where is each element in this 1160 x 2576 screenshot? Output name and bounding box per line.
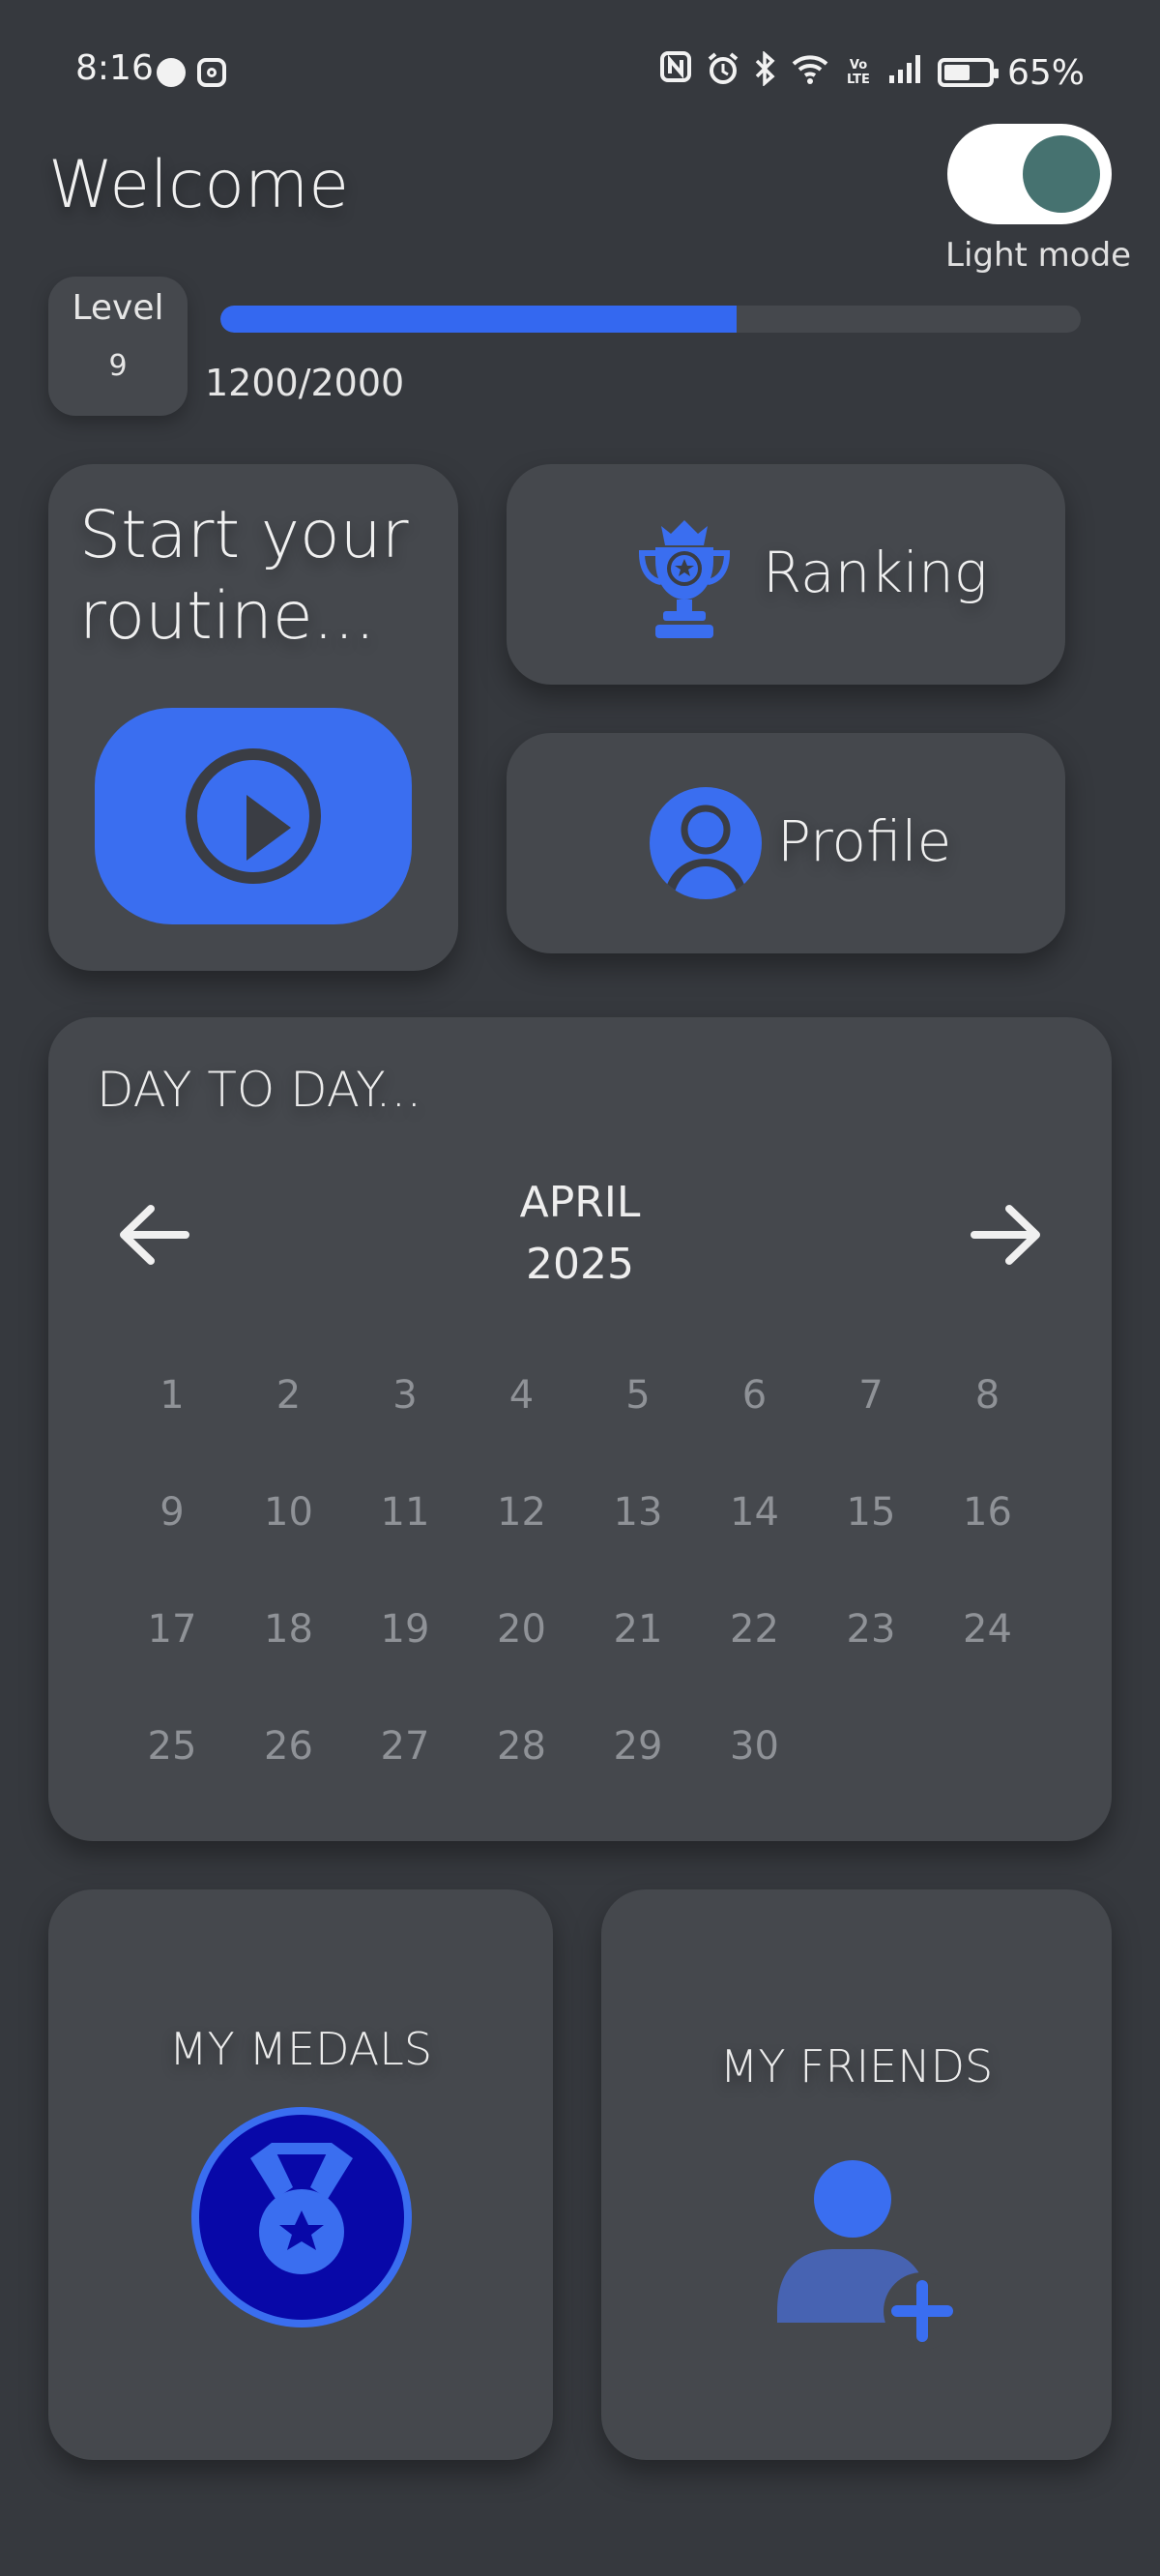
status-time: 8:16 bbox=[75, 48, 154, 88]
calendar-day[interactable]: 17 bbox=[124, 1607, 220, 1652]
start-routine-title: Start your routine... bbox=[79, 495, 409, 658]
volte-icon: Vo LTE bbox=[847, 58, 870, 87]
calendar-day[interactable]: 28 bbox=[474, 1724, 570, 1769]
calendar-day[interactable]: 9 bbox=[124, 1490, 220, 1535]
level-label: Level bbox=[72, 288, 164, 328]
calendar-day[interactable]: 22 bbox=[707, 1607, 803, 1652]
next-month-button[interactable] bbox=[961, 1191, 1048, 1278]
profile-label: Profile bbox=[777, 808, 952, 874]
my-friends-card[interactable]: MY FRIENDS bbox=[601, 1889, 1112, 2460]
arrow-right-icon bbox=[971, 1205, 1040, 1265]
calendar-day[interactable]: 13 bbox=[590, 1490, 686, 1535]
calendar-day[interactable]: 12 bbox=[474, 1490, 570, 1535]
nfc-icon bbox=[659, 48, 692, 97]
instagram-icon bbox=[197, 58, 226, 87]
arrow-left-icon bbox=[120, 1205, 189, 1265]
calendar-card bbox=[48, 1017, 1112, 1841]
toggle-knob bbox=[1023, 135, 1100, 213]
profile-button[interactable]: Profile bbox=[507, 733, 1065, 953]
notification-face-icon bbox=[157, 58, 186, 87]
my-medals-card[interactable]: MY MEDALS bbox=[48, 1889, 553, 2460]
calendar-day[interactable]: 20 bbox=[474, 1607, 570, 1652]
calendar-day[interactable]: 3 bbox=[357, 1373, 453, 1418]
calendar-title: DAY TO DAY... bbox=[97, 1062, 422, 1118]
start-routine-title-line1: Start your bbox=[79, 497, 409, 573]
status-bar: 8:16 Vo LTE 65% bbox=[0, 48, 1160, 97]
page-title: Welcome bbox=[48, 147, 350, 223]
calendar-day[interactable]: 1 bbox=[124, 1373, 220, 1418]
status-right-icons: Vo LTE 65% bbox=[659, 48, 1085, 97]
xp-text: 1200/2000 bbox=[205, 362, 405, 404]
calendar-day[interactable]: 8 bbox=[940, 1373, 1036, 1418]
previous-month-button[interactable] bbox=[112, 1191, 199, 1278]
start-routine-title-line2: routine... bbox=[79, 578, 376, 655]
add-friend-icon bbox=[777, 2158, 961, 2356]
calendar-day[interactable]: 24 bbox=[940, 1607, 1036, 1652]
calendar-day[interactable]: 4 bbox=[474, 1373, 570, 1418]
theme-toggle[interactable] bbox=[947, 124, 1112, 224]
alarm-icon bbox=[706, 51, 740, 95]
calendar-day[interactable]: 27 bbox=[357, 1724, 453, 1769]
battery-percent: 65% bbox=[1006, 52, 1085, 93]
my-friends-title: MY FRIENDS bbox=[719, 2040, 994, 2093]
calendar-day[interactable]: 2 bbox=[241, 1373, 337, 1418]
calendar-day[interactable]: 19 bbox=[357, 1607, 453, 1652]
status-left-icons bbox=[157, 48, 226, 97]
play-icon bbox=[186, 748, 321, 884]
theme-toggle-label: Light mode bbox=[945, 236, 1132, 275]
bluetooth-icon bbox=[754, 49, 777, 95]
ranking-label: Ranking bbox=[763, 540, 988, 605]
medal-icon bbox=[190, 2106, 413, 2332]
level-badge: Level 9 bbox=[48, 277, 188, 416]
wifi-icon bbox=[791, 52, 829, 94]
battery-icon bbox=[937, 58, 999, 87]
level-value: 9 bbox=[108, 349, 128, 383]
start-routine-button[interactable] bbox=[95, 708, 412, 924]
xp-progress-bar bbox=[220, 306, 1081, 333]
calendar-day[interactable]: 25 bbox=[124, 1724, 220, 1769]
calendar-day[interactable]: 6 bbox=[707, 1373, 803, 1418]
my-medals-title: MY MEDALS bbox=[168, 2023, 433, 2075]
calendar-year: 2025 bbox=[526, 1240, 634, 1289]
trophy-icon bbox=[634, 512, 735, 646]
xp-progress-fill bbox=[220, 306, 737, 333]
calendar-day[interactable]: 30 bbox=[707, 1724, 803, 1769]
calendar-day[interactable]: 26 bbox=[241, 1724, 337, 1769]
calendar-month: APRIL bbox=[519, 1178, 641, 1227]
calendar-day[interactable]: 23 bbox=[823, 1607, 919, 1652]
calendar-month-year: APRIL 2025 bbox=[435, 1172, 725, 1296]
calendar-day[interactable]: 21 bbox=[590, 1607, 686, 1652]
user-icon bbox=[650, 787, 762, 903]
ranking-button[interactable]: Ranking bbox=[507, 464, 1065, 685]
calendar-day[interactable]: 7 bbox=[823, 1373, 919, 1418]
calendar-day[interactable]: 18 bbox=[241, 1607, 337, 1652]
calendar-day[interactable]: 14 bbox=[707, 1490, 803, 1535]
calendar-day[interactable]: 29 bbox=[590, 1724, 686, 1769]
calendar-day[interactable]: 10 bbox=[241, 1490, 337, 1535]
calendar-day[interactable]: 11 bbox=[357, 1490, 453, 1535]
calendar-day[interactable]: 5 bbox=[590, 1373, 686, 1418]
signal-icon bbox=[887, 52, 924, 94]
calendar-day[interactable]: 15 bbox=[823, 1490, 919, 1535]
calendar-day[interactable]: 16 bbox=[940, 1490, 1036, 1535]
